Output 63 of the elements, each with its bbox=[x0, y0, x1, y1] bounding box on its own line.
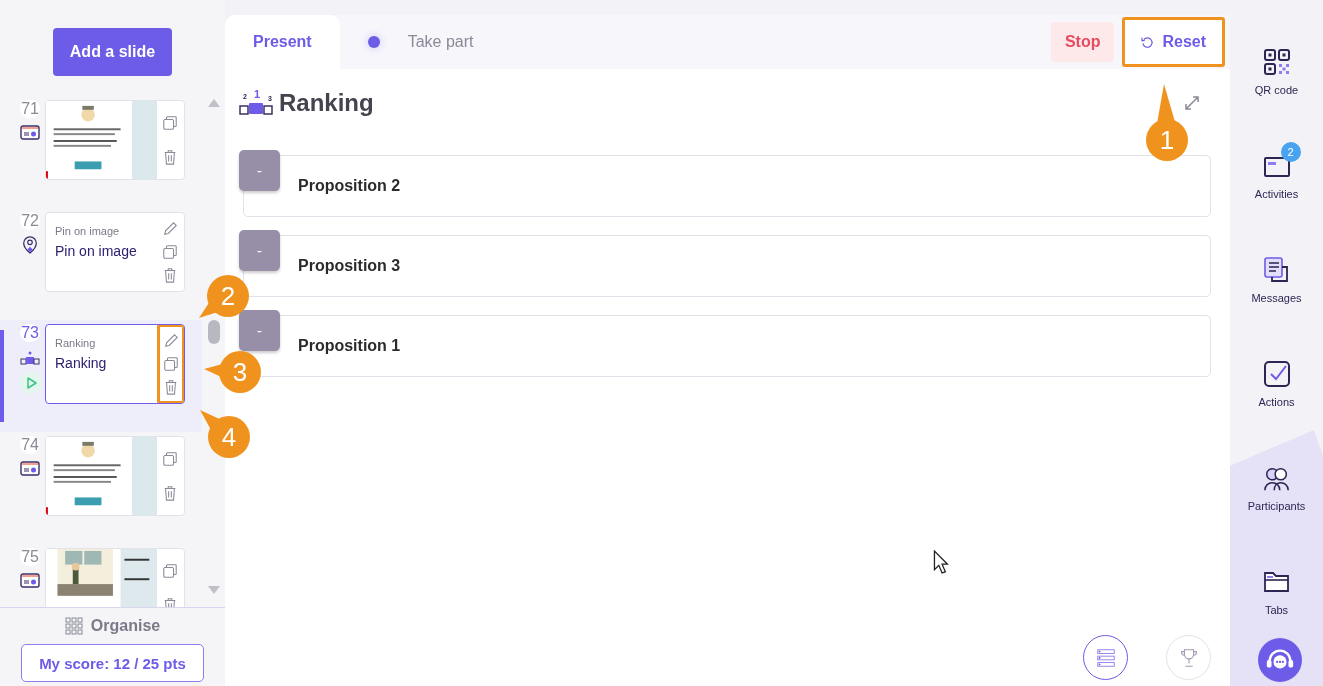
cursor-icon bbox=[933, 550, 949, 574]
score-button[interactable]: My score: 12 / 25 pts bbox=[21, 644, 204, 682]
slide-number: 75 bbox=[20, 548, 40, 566]
copy-icon[interactable] bbox=[163, 356, 179, 372]
checkbox-icon bbox=[1262, 360, 1291, 388]
presentation-icon bbox=[20, 572, 40, 590]
slide-number: 74 bbox=[20, 436, 40, 454]
live-dot bbox=[367, 36, 380, 48]
slide-card[interactable] bbox=[45, 548, 185, 607]
slide-number: 72 bbox=[20, 212, 40, 230]
rank-tag: - bbox=[239, 230, 280, 271]
list-icon bbox=[1094, 646, 1117, 669]
presentation-icon bbox=[20, 124, 40, 142]
rail-button[interactable]: QR code bbox=[1230, 38, 1323, 114]
slide-card[interactable] bbox=[45, 100, 185, 180]
qr-code-icon bbox=[1262, 48, 1291, 76]
organise-button[interactable]: Organise bbox=[58, 616, 167, 636]
trash-icon[interactable] bbox=[163, 379, 179, 396]
pencil-icon[interactable] bbox=[162, 221, 178, 238]
slide-title: Pin on image bbox=[55, 243, 138, 259]
presentation-icon bbox=[20, 460, 40, 478]
proposition-label: Proposition 1 bbox=[298, 337, 401, 355]
copy-icon[interactable] bbox=[162, 563, 179, 579]
slide-type-label: Pin on image bbox=[55, 225, 121, 237]
activity-title: Ranking bbox=[279, 89, 374, 117]
slide-type-label: Ranking bbox=[55, 337, 97, 349]
copy-icon[interactable] bbox=[162, 244, 178, 260]
add-slide-button[interactable]: Add a slide bbox=[53, 28, 172, 76]
tab[interactable]: Present bbox=[225, 15, 340, 69]
reset-icon bbox=[1141, 35, 1155, 49]
slide-item[interactable]: 73 Ranking Ranking bbox=[0, 320, 202, 432]
slide-item[interactable]: 72 Pin on image Pin on image bbox=[0, 208, 202, 320]
proposition-label: Proposition 2 bbox=[298, 177, 401, 195]
slide-card[interactable]: Pin on image Pin on image bbox=[45, 212, 185, 292]
slide-card[interactable] bbox=[45, 436, 185, 516]
expand-icon[interactable] bbox=[1183, 94, 1201, 112]
copy-icon[interactable] bbox=[162, 451, 179, 467]
list-view-button[interactable] bbox=[1083, 635, 1128, 680]
proposition-label: Proposition 3 bbox=[298, 257, 401, 275]
rail-button[interactable]: Actions bbox=[1230, 350, 1323, 426]
count-badge: 2 bbox=[1280, 142, 1301, 162]
rank-tag: - bbox=[239, 310, 280, 351]
play-icon[interactable] bbox=[20, 372, 42, 394]
slide-item[interactable]: 74 bbox=[0, 432, 202, 544]
trash-icon[interactable] bbox=[162, 266, 178, 283]
slide-item[interactable]: 75 bbox=[0, 544, 202, 607]
scrollbar-thumb[interactable] bbox=[207, 320, 220, 344]
rank-tag: - bbox=[239, 150, 280, 191]
grid-icon bbox=[64, 617, 83, 635]
slide-title: Ranking bbox=[55, 355, 108, 371]
map-pin-icon bbox=[20, 236, 40, 254]
copy-icon[interactable] bbox=[162, 115, 179, 131]
trophy-button[interactable] bbox=[1166, 635, 1211, 680]
rail-button[interactable]: Tabs bbox=[1230, 558, 1323, 634]
slide-number: 71 bbox=[20, 100, 40, 118]
slide-card[interactable]: Ranking Ranking bbox=[45, 324, 185, 404]
rail-button[interactable]: Participants bbox=[1230, 454, 1323, 530]
pencil-icon[interactable] bbox=[163, 332, 179, 349]
messages-icon bbox=[1262, 256, 1291, 284]
reset-button[interactable]: Reset bbox=[1122, 17, 1225, 67]
rail-button[interactable]: Messages bbox=[1230, 246, 1323, 322]
rail-button[interactable]: 2 Activities bbox=[1230, 142, 1323, 218]
slide-number: 73 bbox=[20, 324, 40, 342]
